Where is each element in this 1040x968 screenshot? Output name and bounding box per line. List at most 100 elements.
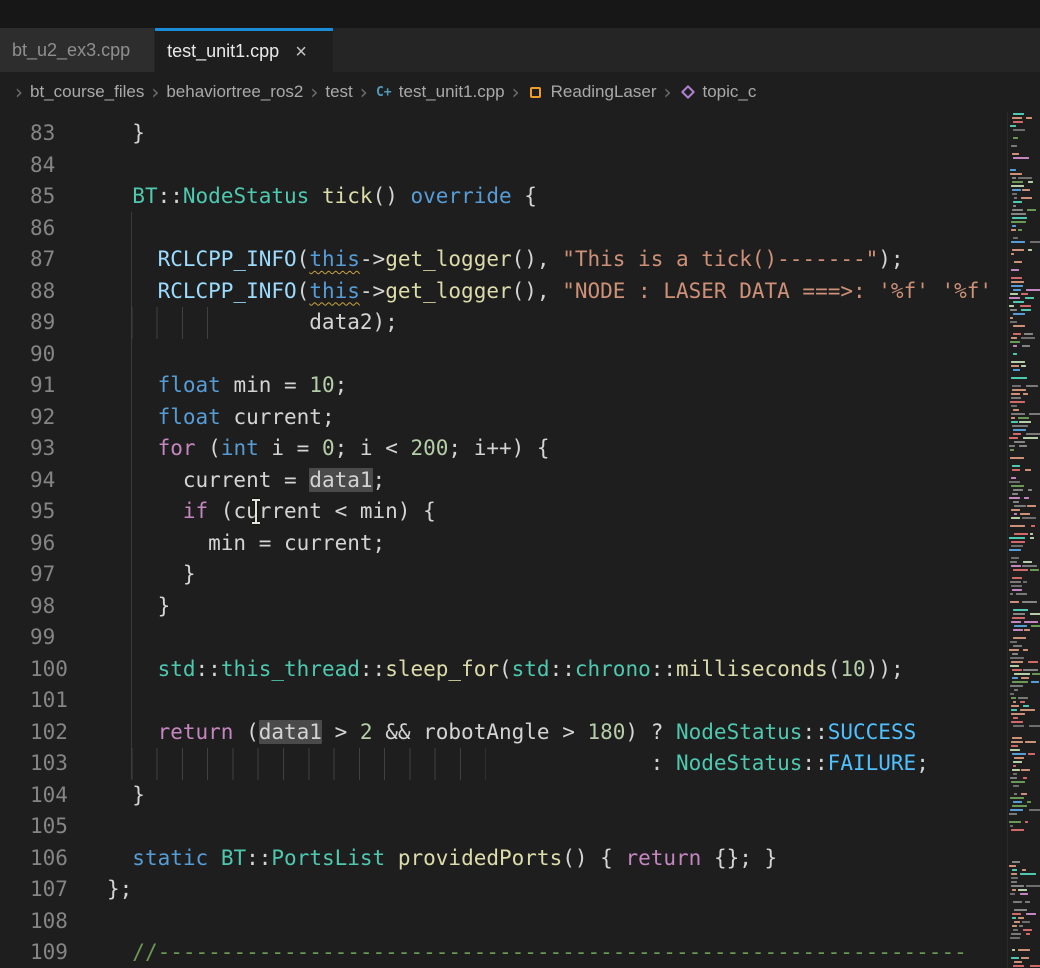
chevron-right-icon: ›: [303, 80, 325, 104]
code-line[interactable]: 90: [0, 339, 1040, 371]
line-number[interactable]: 103: [0, 748, 107, 780]
line-number[interactable]: 99: [0, 622, 107, 654]
line-number[interactable]: 97: [0, 559, 107, 591]
code-line[interactable]: 96 min = current;: [0, 528, 1040, 560]
line-number[interactable]: 94: [0, 465, 107, 497]
code-text: RCLCPP_INFO(this->get_logger(), "This is…: [107, 244, 1040, 276]
code-line[interactable]: 107};: [0, 874, 1040, 906]
title-bar: [0, 0, 1040, 28]
code-text: data2);: [107, 307, 1040, 339]
code-line[interactable]: 97 }: [0, 559, 1040, 591]
breadcrumb-item-test-unit1-cpp[interactable]: C+ test_unit1.cpp: [375, 82, 505, 102]
line-number[interactable]: 96: [0, 528, 107, 560]
code-line[interactable]: 91 float min = 10;: [0, 370, 1040, 402]
tab-bar: bt_u2_ex3.cpp test_unit1.cpp ×: [0, 28, 1040, 72]
line-number[interactable]: 102: [0, 717, 107, 749]
method-symbol-icon: [679, 83, 697, 101]
line-number[interactable]: 98: [0, 591, 107, 623]
code-line[interactable]: 83 }: [0, 118, 1040, 150]
breadcrumb-item-topic[interactable]: topic_c: [679, 82, 757, 102]
code-line[interactable]: 94 current = data1;: [0, 465, 1040, 497]
code-line[interactable]: 98 }: [0, 591, 1040, 623]
line-number[interactable]: 105: [0, 811, 107, 843]
code-line[interactable]: 108: [0, 906, 1040, 938]
line-number[interactable]: 87: [0, 244, 107, 276]
code-line[interactable]: 87 RCLCPP_INFO(this->get_logger(), "This…: [0, 244, 1040, 276]
code-text: min = current;: [107, 528, 1040, 560]
line-number[interactable]: 85: [0, 181, 107, 213]
line-number[interactable]: 88: [0, 276, 107, 308]
tab-label: bt_u2_ex3.cpp: [12, 40, 130, 61]
code-line[interactable]: 88 RCLCPP_INFO(this->get_logger(), "NODE…: [0, 276, 1040, 308]
chevron-right-icon: ›: [505, 80, 527, 104]
line-number[interactable]: 83: [0, 118, 107, 150]
line-number[interactable]: 101: [0, 685, 107, 717]
breadcrumb-item-behaviortree-ros2[interactable]: behaviortree_ros2: [166, 82, 303, 102]
code-text: }: [107, 559, 1040, 591]
tab-test-unit1-cpp[interactable]: test_unit1.cpp ×: [155, 28, 333, 72]
cpp-file-icon: C+: [375, 83, 393, 101]
line-number[interactable]: 100: [0, 654, 107, 686]
line-number[interactable]: 92: [0, 402, 107, 434]
line-number[interactable]: 89: [0, 307, 107, 339]
line-number[interactable]: 95: [0, 496, 107, 528]
code-line[interactable]: 92 float current;: [0, 402, 1040, 434]
class-symbol-icon: [527, 83, 545, 101]
code-line[interactable]: 95 if (current < min) {: [0, 496, 1040, 528]
code-text: float current;: [107, 402, 1040, 434]
breadcrumb-item-test[interactable]: test: [325, 82, 352, 102]
code-lines: 83 }8485 BT::NodeStatus tick() override …: [0, 118, 1040, 968]
code-line[interactable]: 86: [0, 213, 1040, 245]
code-text: RCLCPP_INFO(this->get_logger(), "NODE : …: [107, 276, 1040, 308]
chevron-right-icon: ›: [657, 80, 679, 104]
code-line[interactable]: 100 std::this_thread::sleep_for(std::chr…: [0, 654, 1040, 686]
code-line[interactable]: 103 : NodeStatus::FAILURE;: [0, 748, 1040, 780]
code-text: [107, 622, 1040, 654]
chevron-right-icon: ›: [353, 80, 375, 104]
code-text: std::this_thread::sleep_for(std::chrono:…: [107, 654, 1040, 686]
code-line[interactable]: 99: [0, 622, 1040, 654]
line-number[interactable]: 84: [0, 150, 107, 182]
breadcrumb-item-readinglaser[interactable]: ReadingLaser: [527, 82, 657, 102]
code-text: };: [107, 874, 1040, 906]
line-number[interactable]: 104: [0, 780, 107, 812]
code-text: : NodeStatus::FAILURE;: [107, 748, 1040, 780]
line-number[interactable]: 109: [0, 937, 107, 968]
code-text: if (current < min) {: [107, 496, 1040, 528]
code-line[interactable]: 102 return (data1 > 2 && robotAngle > 18…: [0, 717, 1040, 749]
line-number[interactable]: 90: [0, 339, 107, 371]
code-text: }: [107, 118, 1040, 150]
code-text: static BT::PortsList providedPorts() { r…: [107, 843, 1040, 875]
line-number[interactable]: 106: [0, 843, 107, 875]
line-number[interactable]: 86: [0, 213, 107, 245]
code-line[interactable]: 89 data2);: [0, 307, 1040, 339]
code-line[interactable]: 85 BT::NodeStatus tick() override {: [0, 181, 1040, 213]
line-number[interactable]: 93: [0, 433, 107, 465]
line-number[interactable]: 91: [0, 370, 107, 402]
code-text: //--------------------------------------…: [107, 937, 1040, 968]
code-editor[interactable]: 83 }8485 BT::NodeStatus tick() override …: [0, 112, 1040, 968]
code-text: }: [107, 591, 1040, 623]
close-icon[interactable]: ×: [293, 42, 309, 62]
line-number[interactable]: 107: [0, 874, 107, 906]
code-text: [107, 811, 1040, 843]
code-line[interactable]: 106 static BT::PortsList providedPorts()…: [0, 843, 1040, 875]
code-text: return (data1 > 2 && robotAngle > 180) ?…: [107, 717, 1040, 749]
code-line[interactable]: 93 for (int i = 0; i < 200; i++) {: [0, 433, 1040, 465]
indent-guide: [107, 307, 208, 339]
code-line[interactable]: 84: [0, 150, 1040, 182]
code-line[interactable]: 101: [0, 685, 1040, 717]
code-line[interactable]: 104 }: [0, 780, 1040, 812]
chevron-right-icon: ›: [8, 80, 30, 104]
chevron-right-icon: ›: [144, 80, 166, 104]
minimap[interactable]: [1007, 112, 1040, 968]
code-text: [107, 339, 1040, 371]
code-line[interactable]: 105: [0, 811, 1040, 843]
tab-label: test_unit1.cpp: [167, 41, 279, 62]
tab-bt-u2-ex3-cpp[interactable]: bt_u2_ex3.cpp: [0, 28, 155, 72]
breadcrumb-item-bt-course-files[interactable]: bt_course_files: [30, 82, 144, 102]
code-text: float min = 10;: [107, 370, 1040, 402]
code-text: BT::NodeStatus tick() override {: [107, 181, 1040, 213]
line-number[interactable]: 108: [0, 906, 107, 938]
code-line[interactable]: 109 //----------------------------------…: [0, 937, 1040, 968]
